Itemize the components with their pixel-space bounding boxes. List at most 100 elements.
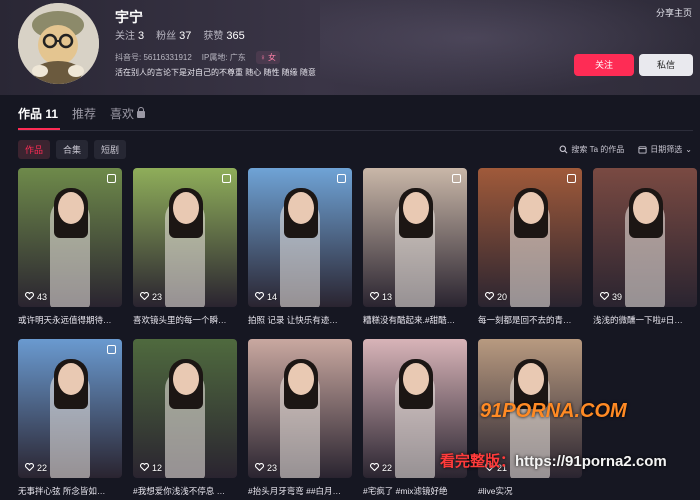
stat-followers[interactable]: 粉丝 37 <box>156 27 191 42</box>
heart-icon <box>255 292 264 302</box>
video-thumbnail[interactable]: 22 <box>18 339 122 478</box>
search-works-button[interactable]: 搜索 Ta 的作品 <box>559 144 624 155</box>
video-caption[interactable]: 浅浅的微醺一下啦#日… <box>593 314 697 326</box>
heart-icon <box>140 292 149 302</box>
video-caption[interactable]: 每一刻都是回不去的青… <box>478 314 582 326</box>
like-count-value: 14 <box>267 292 278 302</box>
video-thumbnail[interactable]: 23 <box>133 168 237 307</box>
like-count: 20 <box>485 292 507 302</box>
like-count: 22 <box>25 463 47 473</box>
video-card[interactable]: 13 糟糕没有酷起来.#甜酷… <box>363 168 467 326</box>
gallery-icon <box>337 174 346 183</box>
video-thumbnail[interactable]: 43 <box>18 168 122 307</box>
date-filter-button[interactable]: 日期筛选 ⌄ <box>638 144 692 155</box>
profile-header: 宇宁 关注 3 粉丝 37 获赞 365 抖音号: 56116331912 IP属地:… <box>0 0 700 95</box>
watermark-logo: 91PORNA.COM <box>480 400 627 422</box>
thumbnail-face <box>518 192 544 224</box>
video-caption[interactable]: #live实况 <box>478 485 582 497</box>
heart-icon <box>255 463 264 473</box>
gallery-icon <box>452 174 461 183</box>
gallery-icon <box>567 174 576 183</box>
heart-icon <box>370 463 379 473</box>
like-count-value: 22 <box>382 463 393 473</box>
like-count: 39 <box>600 292 622 302</box>
calendar-icon <box>638 146 647 154</box>
avatar[interactable] <box>18 3 99 84</box>
message-button[interactable]: 私信 <box>639 54 693 76</box>
like-count-value: 22 <box>37 463 48 473</box>
thumbnail-face <box>403 192 429 224</box>
video-caption[interactable]: 无事拌心弦 所念皆如… <box>18 485 122 497</box>
heart-icon <box>370 292 379 302</box>
chevron-down-icon: ⌄ <box>685 145 692 154</box>
video-card[interactable]: 39 浅浅的微醺一下啦#日… <box>593 168 697 326</box>
watermark-url: 看完整版：https://91porna2.com <box>440 453 667 470</box>
video-card[interactable]: 23 #抬头月牙弯弯 ##白月… <box>248 339 352 497</box>
video-caption[interactable]: #宅疯了 #mix滤镜好绝 <box>363 485 467 497</box>
stat-likes: 获赞 365 <box>203 30 245 42</box>
like-count: 23 <box>255 463 277 473</box>
subtab-collections[interactable]: 合集 <box>56 140 89 159</box>
thumbnail-face <box>403 363 429 395</box>
thumbnail-face <box>518 363 544 395</box>
video-caption[interactable]: 或许明天永远值得期待… <box>18 314 122 326</box>
thumbnail-face <box>58 363 84 395</box>
share-profile-button[interactable]: 分享主页 <box>656 6 692 19</box>
subtab-works[interactable]: 作品 <box>18 140 51 159</box>
profile-meta: 抖音号: 56116331912 IP属地: 广东 ♀ 女 <box>115 51 281 64</box>
stat-following[interactable]: 关注 3 <box>115 27 144 42</box>
thumbnail-face <box>288 363 314 395</box>
heart-icon <box>25 292 34 302</box>
profile-page: 宇宁 关注 3 粉丝 37 获赞 365 抖音号: 56116331912 IP属地:… <box>0 0 700 500</box>
video-card[interactable]: 43 或许明天永远值得期待… <box>18 168 122 326</box>
profile-name: 宇宁 <box>115 9 143 25</box>
video-thumbnail[interactable]: 39 <box>593 168 697 307</box>
video-thumbnail[interactable]: 20 <box>478 168 582 307</box>
tab-works[interactable]: 作品 11 <box>18 105 61 130</box>
video-thumbnail[interactable]: 13 <box>363 168 467 307</box>
video-caption[interactable]: 糟糕没有酷起来.#甜酷… <box>363 314 467 326</box>
video-card[interactable]: 22 无事拌心弦 所念皆如… <box>18 339 122 497</box>
like-count: 22 <box>370 463 392 473</box>
content-tabs: 作品 11 推荐 喜欢 <box>18 105 146 130</box>
subtab-short-dramas[interactable]: 短剧 <box>94 140 127 159</box>
thumbnail-face <box>173 192 199 224</box>
video-caption[interactable]: 喜欢镜头里的每一个瞬… <box>133 314 237 326</box>
video-caption[interactable]: 拍照 记录 让快乐有迹… <box>248 314 352 326</box>
douyin-id: 抖音号: 56116331912 <box>115 53 192 62</box>
video-caption[interactable]: #抬头月牙弯弯 ##白月… <box>248 485 352 497</box>
ip-location: IP属地: 广东 <box>201 53 246 62</box>
video-card[interactable]: 23 喜欢镜头里的每一个瞬… <box>133 168 237 326</box>
header-background <box>320 0 700 95</box>
video-thumbnail[interactable]: 23 <box>248 339 352 478</box>
heart-icon <box>485 292 494 302</box>
thumbnail-face <box>633 192 659 224</box>
video-thumbnail[interactable]: 12 <box>133 339 237 478</box>
thumbnail-face <box>173 363 199 395</box>
search-icon <box>559 145 568 154</box>
tab-likes[interactable]: 喜欢 <box>110 105 146 122</box>
video-caption[interactable]: #我想爱你浅浅不停息 … <box>133 485 237 497</box>
follow-button[interactable]: 关注 <box>574 54 634 76</box>
gallery-icon <box>222 174 231 183</box>
video-grid: 43 或许明天永远值得期待… 23 喜欢镜头里的每一个瞬… 14 拍照 记录 让快乐有迹…… <box>18 168 700 497</box>
like-count-value: 23 <box>152 292 163 302</box>
like-count: 14 <box>255 292 277 302</box>
video-card[interactable]: 20 每一刻都是回不去的青… <box>478 168 582 326</box>
gallery-icon <box>107 345 116 354</box>
like-count: 12 <box>140 463 162 473</box>
thumbnail-face <box>288 192 314 224</box>
like-count-value: 43 <box>37 292 48 302</box>
video-card[interactable]: 12 #我想爱你浅浅不停息 … <box>133 339 237 497</box>
gender-badge: ♀ 女 <box>255 51 281 64</box>
tab-recommended[interactable]: 推荐 <box>72 105 96 122</box>
lock-icon <box>137 107 146 118</box>
video-thumbnail[interactable]: 14 <box>248 168 352 307</box>
video-card[interactable]: 22 #宅疯了 #mix滤镜好绝 <box>363 339 467 497</box>
video-card[interactable]: 14 拍照 记录 让快乐有迹… <box>248 168 352 326</box>
like-count-value: 39 <box>612 292 623 302</box>
female-icon: ♀ <box>259 53 266 62</box>
tabs-divider <box>18 130 693 131</box>
like-count: 13 <box>370 292 392 302</box>
heart-icon <box>600 292 609 302</box>
